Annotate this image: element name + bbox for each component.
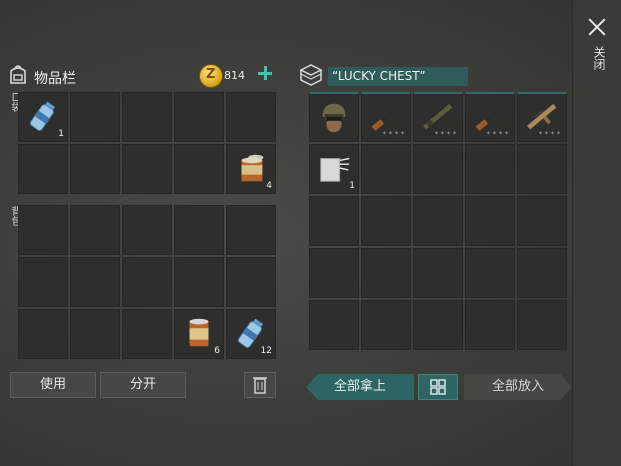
backpack-slot[interactable] — [174, 205, 224, 255]
pocket-slot[interactable] — [18, 144, 68, 194]
add-coins-button[interactable] — [258, 66, 272, 80]
pocket-slot[interactable] — [122, 144, 172, 194]
chest-slot[interactable] — [465, 196, 515, 246]
chest-slot[interactable] — [309, 196, 359, 246]
chest-slot[interactable] — [361, 248, 411, 298]
item-rarity-stars: ✦✦✦✦ — [381, 130, 406, 137]
trash-button[interactable] — [244, 372, 276, 398]
chest-icon — [299, 64, 323, 86]
item-quantity: 1 — [58, 129, 64, 139]
chest-slot[interactable] — [309, 92, 359, 142]
chest-grid: ✦✦✦✦ ✦✦✦✦ ✦✦✦✦ ✦✦✦✦ 1 — [309, 92, 567, 358]
close-icon[interactable] — [588, 18, 606, 36]
chest-slot[interactable] — [413, 196, 463, 246]
item-quantity: 1 — [349, 181, 355, 191]
backpack-grid: 6 12 — [18, 205, 276, 359]
close-label[interactable]: 关闭 — [588, 46, 606, 70]
chest-slot[interactable] — [517, 144, 567, 194]
backpack-slot[interactable] — [174, 257, 224, 307]
pocket-slot[interactable]: 1 — [18, 92, 68, 142]
cloth-icon — [315, 149, 353, 187]
chest-slot[interactable]: 1 — [309, 144, 359, 194]
chest-slot[interactable] — [517, 196, 567, 246]
item-rarity-stars: ✦✦✦✦ — [433, 130, 458, 137]
pocket-slot[interactable] — [122, 92, 172, 142]
backpack-slot[interactable] — [226, 205, 276, 255]
split-button[interactable]: 分开 — [100, 372, 186, 398]
pocket-slot[interactable] — [70, 144, 120, 194]
backpack-slot[interactable] — [70, 205, 120, 255]
grid-sort-icon — [430, 379, 446, 395]
chest-slot[interactable]: ✦✦✦✦ — [361, 92, 411, 142]
coin-count: 814 — [224, 69, 245, 82]
backpack-slot[interactable] — [122, 309, 172, 359]
backpack-slot[interactable] — [226, 257, 276, 307]
item-quantity: 6 — [214, 346, 220, 356]
chest-slot[interactable] — [517, 248, 567, 298]
backpack-slot[interactable] — [18, 205, 68, 255]
item-quantity: 4 — [266, 181, 272, 191]
chest-slot[interactable] — [465, 144, 515, 194]
use-button[interactable]: 使用 — [10, 372, 96, 398]
pocket-slot[interactable] — [174, 144, 224, 194]
chest-slot[interactable] — [361, 300, 411, 350]
sort-button[interactable] — [418, 374, 458, 400]
backpack-slot[interactable]: 6 — [174, 309, 224, 359]
take-all-button[interactable]: 全部拿上 — [306, 374, 414, 400]
chest-slot[interactable] — [309, 300, 359, 350]
chest-slot[interactable] — [413, 300, 463, 350]
item-quantity: 12 — [260, 346, 272, 356]
trash-icon — [253, 377, 267, 394]
backpack-slot[interactable] — [18, 257, 68, 307]
chest-slot[interactable]: ✦✦✦✦ — [517, 92, 567, 142]
backpack-slot[interactable] — [70, 309, 120, 359]
chest-slot[interactable] — [361, 196, 411, 246]
backpack-slot[interactable]: 12 — [226, 309, 276, 359]
backpack-slot[interactable] — [122, 257, 172, 307]
backpack-slot[interactable] — [70, 257, 120, 307]
item-rarity-stars: ✦✦✦✦ — [537, 130, 562, 137]
open-canned-food-icon — [232, 149, 270, 187]
military-helmet-icon — [315, 98, 353, 136]
coin-icon: Z — [199, 64, 223, 88]
chest-slot[interactable]: ✦✦✦✦ — [413, 92, 463, 142]
pocket-slot[interactable] — [70, 92, 120, 142]
chest-slot[interactable] — [309, 248, 359, 298]
backpack-slot[interactable] — [18, 309, 68, 359]
pocket-slot[interactable] — [174, 92, 224, 142]
chest-slot[interactable] — [413, 144, 463, 194]
chest-slot[interactable] — [465, 248, 515, 298]
pocket-grid: 14 — [18, 92, 276, 194]
chest-slot[interactable] — [465, 300, 515, 350]
pocket-slot[interactable] — [226, 92, 276, 142]
backpack-slot[interactable] — [122, 205, 172, 255]
chest-name: “LUCKY CHEST” — [328, 67, 468, 86]
chest-slot[interactable] — [517, 300, 567, 350]
item-rarity-stars: ✦✦✦✦ — [485, 130, 510, 137]
put-all-button[interactable]: 全部放入 — [464, 374, 572, 400]
chest-slot[interactable] — [413, 248, 463, 298]
inventory-title: 物品栏 — [34, 71, 76, 87]
water-bottle-icon — [24, 97, 62, 135]
pocket-slot[interactable]: 4 — [226, 144, 276, 194]
chest-slot[interactable]: ✦✦✦✦ — [465, 92, 515, 142]
backpack-icon — [10, 65, 26, 84]
chest-slot[interactable] — [361, 144, 411, 194]
canned-food-icon — [180, 314, 218, 352]
